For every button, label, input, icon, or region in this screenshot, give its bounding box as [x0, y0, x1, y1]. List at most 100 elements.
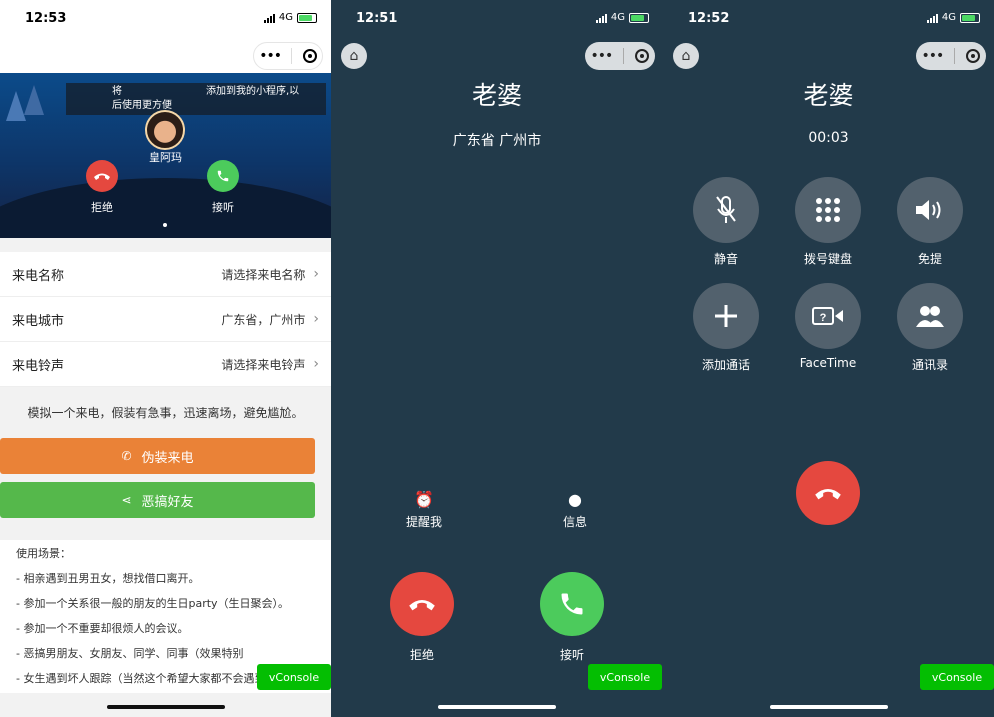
settings-list: 来电名称 请选择来电名称 › 来电城市 广东省，广州市 › 来电铃声 请选择来电铃声… [0, 252, 331, 387]
reject-button[interactable] [390, 572, 454, 636]
list-item-label: 来电铃声 [12, 358, 65, 374]
capsule-menu[interactable]: ••• [253, 42, 323, 70]
network-label: 4G [941, 12, 956, 23]
keypad-button[interactable] [795, 177, 861, 243]
list-item-caller-city[interactable]: 来电城市 广东省，广州市 › [0, 297, 331, 342]
add-call-button[interactable] [693, 283, 759, 349]
mute-label: 静音 [713, 252, 738, 266]
phone-icon: ✆ [121, 449, 132, 463]
caller-name: 皇阿玛 [149, 151, 182, 164]
vconsole-button[interactable]: vConsole [588, 664, 662, 690]
answer-button[interactable] [207, 160, 239, 192]
usage-item: - 参加一个不重要却很烦人的会议。 [16, 622, 189, 635]
facetime-icon: ? [812, 307, 843, 325]
list-item-ringtone[interactable]: 来电铃声 请选择来电铃声 › [0, 342, 331, 387]
signal-icon [263, 13, 275, 23]
answer-label: 接听 [559, 648, 584, 662]
facetime-button[interactable]: ? [795, 283, 861, 349]
list-item-caller-name[interactable]: 来电名称 请选择来电名称 › [0, 252, 331, 297]
contacts-button[interactable] [897, 283, 963, 349]
more-icon[interactable]: ••• [922, 48, 945, 64]
status-time: 12:52 [688, 11, 730, 26]
speaker-button[interactable] [897, 177, 963, 243]
capsule-menu[interactable]: ••• [916, 42, 986, 70]
remind-me-action[interactable]: ⏰ 提醒我 [389, 490, 459, 530]
capsule-divider [623, 48, 625, 64]
add-call-label: 添加通话 [701, 358, 750, 372]
home-icon: ⌂ [681, 48, 691, 64]
answer-button[interactable] [540, 572, 604, 636]
speaker-label: 免提 [917, 252, 942, 266]
list-item-value: 广东省，广州市 [221, 312, 306, 327]
fake-call-button[interactable]: ✆ 伪装来电 [0, 438, 315, 474]
keypad-label: 拨号键盘 [803, 252, 852, 266]
home-indicator [770, 705, 888, 709]
vconsole-button[interactable]: vConsole [920, 664, 994, 690]
prank-friend-button[interactable]: ⋖ 恶搞好友 [0, 482, 315, 518]
network-label: 4G [278, 12, 293, 23]
signal-icon [595, 13, 607, 23]
list-item-value: 请选择来电名称 [221, 267, 306, 282]
capsule-menu[interactable]: ••• [585, 42, 655, 70]
capsule-divider [954, 48, 956, 64]
speaker-icon [916, 200, 941, 220]
battery-icon [960, 12, 980, 23]
hangup-icon [815, 489, 841, 500]
svg-text:?: ? [820, 312, 827, 324]
home-button[interactable]: ⌂ [341, 43, 367, 69]
vconsole-button[interactable]: vConsole [257, 664, 331, 690]
hangup-icon [94, 173, 110, 180]
tree-decoration [6, 91, 26, 121]
reject-label: 拒绝 [409, 648, 434, 662]
phone-icon [217, 170, 229, 182]
usage-item: - 参加一个关系很一般的朋友的生日party（生日聚会）。 [16, 597, 290, 610]
caller-location: 广东省 广州市 [452, 133, 542, 149]
usage-item: - 相亲遇到丑男丑女，想找借口离开。 [16, 572, 200, 585]
status-bar: 12:51 4G [331, 0, 663, 38]
chevron-right-icon: › [313, 311, 319, 327]
reject-label: 拒绝 [91, 201, 113, 214]
tip-text: 添加到我的小程序,以 [206, 86, 300, 97]
message-bubble-icon: ● [568, 490, 582, 509]
battery-icon [297, 12, 317, 23]
home-icon: ⌂ [349, 48, 359, 64]
reject-button[interactable] [86, 160, 118, 192]
more-icon[interactable]: ••• [591, 48, 614, 64]
tree-decoration [24, 85, 44, 115]
message-action[interactable]: ● 信息 [540, 490, 610, 530]
in-call-screen: 12:52 4G ⌂ ••• 老婆 00:03 静音 拨号键盘 免提 添加通话 … [663, 0, 994, 717]
description-text: 模拟一个来电，假装有急事，迅速离场，避免尴尬。 [27, 406, 304, 420]
mute-button[interactable] [693, 177, 759, 243]
capsule-divider [291, 48, 293, 64]
home-button[interactable]: ⌂ [673, 43, 699, 69]
status-time: 12:53 [25, 11, 67, 26]
close-miniprogram-icon[interactable] [966, 49, 981, 63]
chevron-right-icon: › [313, 356, 319, 372]
status-time: 12:51 [356, 11, 398, 26]
list-item-value: 请选择来电铃声 [221, 357, 306, 372]
home-indicator [107, 705, 225, 709]
caller-name: 老婆 [803, 81, 854, 110]
more-icon[interactable]: ••• [259, 48, 282, 64]
page-indicator [163, 223, 167, 227]
network-label: 4G [610, 12, 625, 23]
tip-text: 将 [112, 86, 122, 97]
ground-decoration [0, 178, 331, 238]
end-call-button[interactable] [796, 461, 860, 525]
mini-program-screen: 12:53 4G ••• 将 添加到我的小程序,以 后使用更方便 皇阿玛 拒绝 … [0, 0, 331, 717]
phone-icon [561, 593, 583, 615]
avatar [145, 110, 185, 150]
home-indicator [438, 705, 556, 709]
alarm-clock-icon: ⏰ [414, 490, 434, 509]
hangup-icon [409, 600, 435, 611]
button-label: 伪装来电 [141, 450, 194, 466]
signal-icon [926, 13, 938, 23]
close-miniprogram-icon[interactable] [635, 49, 650, 63]
battery-icon [629, 12, 649, 23]
keypad-icon [816, 198, 840, 222]
status-bar: 12:52 4G [663, 0, 994, 38]
list-item-label: 来电名称 [12, 268, 65, 284]
facetime-label: FaceTime [799, 356, 857, 370]
add-miniprogram-tip[interactable]: 将 添加到我的小程序,以 后使用更方便 [66, 83, 326, 115]
close-miniprogram-icon[interactable] [302, 49, 317, 63]
